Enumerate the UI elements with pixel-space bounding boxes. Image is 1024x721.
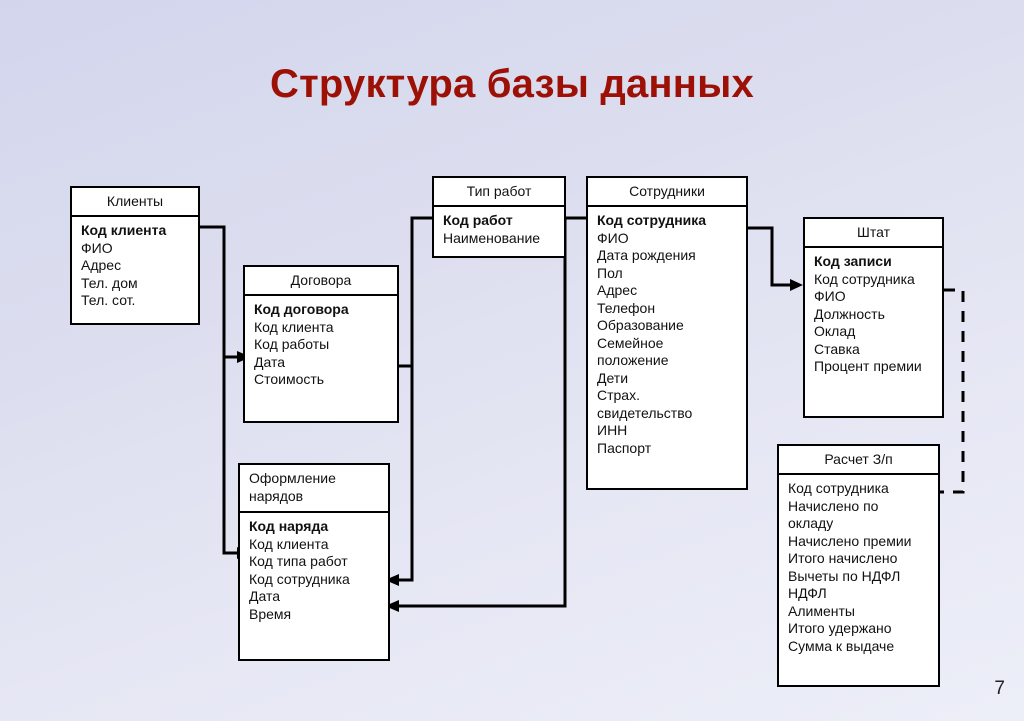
field-row: Код клиента [254,318,334,335]
field-row: ФИО [81,239,113,256]
field-row: Код сотрудника [249,570,350,587]
entity-fields: Код сотрудника Начислено по окладу Начис… [779,475,938,661]
field-row: Должность [814,305,885,322]
field-row: Паспорт [597,439,652,456]
field-row: Оклад [814,323,856,339]
field-row: Дата [254,353,286,370]
field-row: Семейное положение [597,334,669,369]
field-row: Начислено по окладу [788,497,879,532]
field-row: Код сотрудника [788,480,889,496]
field-row: Код клиента [81,222,167,238]
entity-oformlenie-naryadov[interactable]: Оформление нарядов Код наряда Код клиент… [238,463,390,661]
field-row: Тел. сот. [81,292,136,308]
field-row: Дата [249,588,281,604]
field-row: Дата рождения [597,247,696,263]
field-row: Код клиента [249,535,329,552]
field-row: ИНН [597,422,628,438]
entity-klienty[interactable]: Клиенты Код клиента ФИО Адрес Тел. дом Т… [70,186,200,325]
entity-title: Сотрудники [588,178,746,207]
entity-sotrudniki[interactable]: Сотрудники Код сотрудника ФИО Дата рожде… [586,176,748,490]
field-row: Страх. свидетельство [597,387,693,421]
field-row: Телефон [597,299,656,316]
field-row: Тел. дом [81,274,138,291]
field-row: Пол [597,264,623,281]
field-row: Вычеты по НДФЛ [788,567,901,584]
entity-raschet-zp[interactable]: Расчет З/п Код сотрудника Начислено по о… [777,444,940,687]
entity-title: Тип работ [434,178,564,207]
field-row: Образование [597,317,684,333]
entity-shtat[interactable]: Штат Код записи Код сотрудника ФИО Должн… [803,217,944,418]
field-row: Итого удержано [788,620,892,636]
entity-title: Оформление нарядов [240,465,388,513]
entity-tip-rabot[interactable]: Тип работ Код работ Наименование [432,176,566,258]
field-row: Код работы [254,336,330,352]
field-row: Код сотрудника [814,270,915,287]
connector-sotrudniki-oformlenie [385,216,586,612]
entity-title: Договора [245,267,397,296]
field-row: НДФЛ [788,585,827,601]
field-row: Код наряда [249,518,329,534]
field-row: Алименты [788,602,855,619]
field-row: Наименование [443,229,541,246]
entity-fields: Код записи Код сотрудника ФИО Должность … [805,248,942,382]
field-row: Процент премии [814,358,922,374]
field-row: Время [249,605,292,622]
field-row: Код договора [254,301,349,317]
page-number: 7 [994,678,1005,699]
entity-dogovora[interactable]: Договора Код договора Код клиента Код ра… [243,265,399,423]
field-row: Код записи [814,253,892,269]
entity-title: Клиенты [72,188,198,217]
entity-fields: Код сотрудника ФИО Дата рождения Пол Адр… [588,207,746,463]
field-row: Код сотрудника [597,212,707,228]
field-row: Дети [597,369,629,386]
entity-title: Расчет З/п [779,446,938,475]
field-row: Адрес [597,282,638,298]
page-title: Структура базы данных [270,62,754,106]
field-row: Код работ [443,212,513,228]
field-row: Итого начислено [788,550,898,566]
field-row: Код типа работ [249,553,348,569]
entity-title: Штат [805,219,942,248]
slide-canvas: Структура базы данных Клиенты Код клиент… [0,0,1024,721]
connector-sotrudniki-shtat [748,226,803,291]
field-row: Стоимость [254,371,325,387]
field-row: ФИО [814,288,846,304]
field-row: Начислено премии [788,532,912,549]
entity-fields: Код работ Наименование [434,207,564,253]
field-row: Сумма к выдаче [788,637,895,654]
entity-fields: Код клиента ФИО Адрес Тел. дом Тел. сот. [72,217,198,316]
field-row: Адрес [81,257,122,273]
field-row: Ставка [814,340,860,357]
entity-fields: Код наряда Код клиента Код типа работ Ко… [240,513,388,629]
entity-fields: Код договора Код клиента Код работы Дата… [245,296,397,395]
field-row: ФИО [597,229,629,246]
